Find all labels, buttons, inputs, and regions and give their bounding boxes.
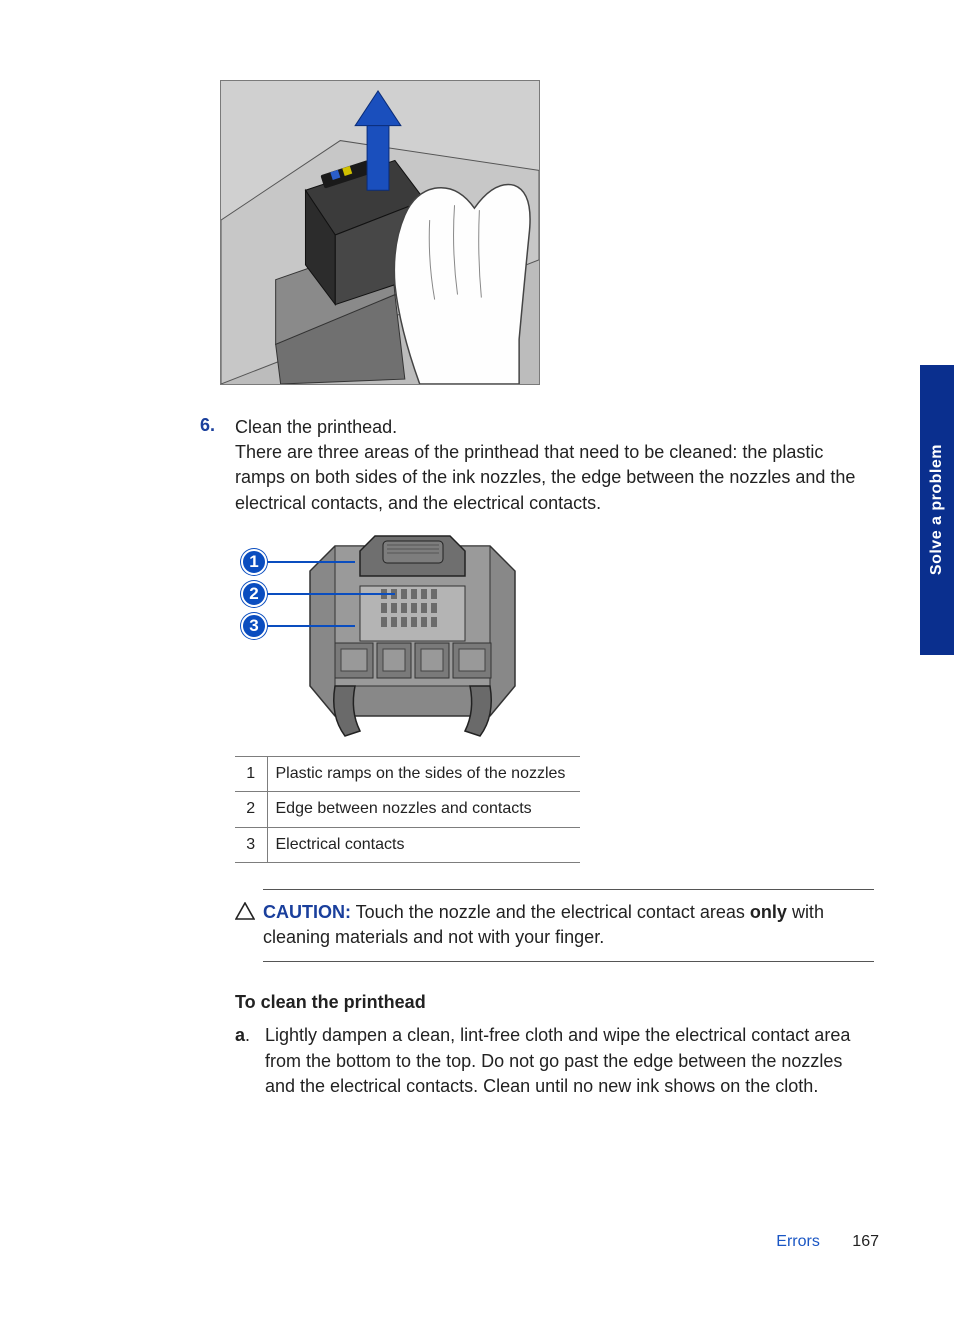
printhead-areas-illustration: [235, 531, 575, 746]
table-row: 2 Edge between nozzles and contacts: [235, 792, 580, 827]
substep-text: Lightly dampen a clean, lint-free cloth …: [265, 1023, 874, 1099]
callout-line: [267, 625, 355, 627]
substep-a: a. Lightly dampen a clean, lint-free clo…: [235, 1023, 874, 1099]
printhead-removal-illustration: [221, 80, 539, 385]
step-paragraph: There are three areas of the printhead t…: [235, 440, 874, 516]
page-footer: Errors 167: [776, 1233, 879, 1251]
caution-body: CAUTION: Touch the nozzle and the electr…: [263, 900, 874, 950]
legend-text: Electrical contacts: [267, 827, 580, 862]
caution-triangle-icon: [235, 902, 257, 927]
legend-num: 1: [235, 756, 267, 791]
subsection-heading: To clean the printhead: [235, 990, 874, 1015]
table-row: 3 Electrical contacts: [235, 827, 580, 862]
figure-remove-printhead: [220, 80, 540, 385]
step-line-1: Clean the printhead.: [235, 415, 874, 440]
caution-notice: CAUTION: Touch the nozzle and the electr…: [263, 889, 874, 962]
caution-label: CAUTION:: [263, 902, 351, 922]
callout-badge-2: 2: [241, 581, 267, 607]
callout-badge-3: 3: [241, 613, 267, 639]
caution-text-pre: Touch the nozzle and the electrical cont…: [351, 902, 750, 922]
callout-badge-1: 1: [241, 549, 267, 575]
callout-legend-table: 1 Plastic ramps on the sides of the nozz…: [235, 756, 580, 863]
caution-text-bold: only: [750, 902, 787, 922]
table-row: 1 Plastic ramps on the sides of the nozz…: [235, 756, 580, 791]
step-6: 6. Clean the printhead. There are three …: [200, 415, 874, 1099]
legend-text: Plastic ramps on the sides of the nozzle…: [267, 756, 580, 791]
callout-line: [267, 593, 395, 595]
figure-printhead-callouts: 1 2 3: [235, 531, 575, 746]
callout-line: [267, 561, 355, 563]
legend-num: 3: [235, 827, 267, 862]
step-body: Clean the printhead. There are three are…: [235, 415, 874, 1099]
substep-label: a.: [235, 1023, 265, 1099]
step-number: 6.: [200, 415, 235, 1099]
legend-text: Edge between nozzles and contacts: [267, 792, 580, 827]
footer-section: Errors: [776, 1233, 820, 1250]
footer-page-number: 167: [852, 1233, 879, 1250]
legend-num: 2: [235, 792, 267, 827]
